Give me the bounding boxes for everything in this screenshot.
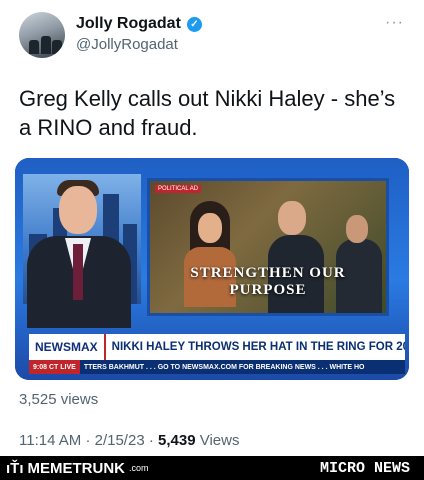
meta-separator: ·: [148, 432, 154, 449]
avatar-figure: [41, 36, 51, 54]
display-name[interactable]: Jolly Rogadat: [76, 15, 181, 33]
brand-suffix: .com: [129, 463, 149, 473]
news-banner: NEWSMAX NIKKI HALEY THROWS HER HAT IN TH…: [29, 334, 405, 360]
inset-caption: STRENGTHEN OUR PURPOSE: [190, 265, 346, 298]
person-face: [346, 215, 368, 243]
more-icon[interactable]: ···: [385, 14, 404, 32]
anchor-head: [59, 186, 97, 234]
bars-icon: ıŤı: [6, 459, 24, 477]
tweet-time[interactable]: 11:14 AM: [19, 432, 81, 449]
anchor-tie: [73, 244, 83, 300]
news-ticker: 9:08 CT LIVE TTERS BAKHMUT . . . GO TO N…: [29, 360, 405, 374]
verified-badge-icon: ✓: [186, 16, 202, 32]
video-media[interactable]: POLITICAL AD STRENGTHEN OUR PURPOSE NEWS…: [15, 158, 409, 380]
person-face: [198, 213, 222, 243]
banner-headline: NIKKI HALEY THROWS HER HAT IN THE RING F…: [111, 341, 405, 353]
tweet-text: Greg Kelly calls out Nikki Haley - she’s…: [19, 86, 396, 140]
inset-tag: POLITICAL AD: [155, 185, 202, 193]
avatar-figure: [52, 40, 62, 54]
avatar-figure: [29, 40, 39, 54]
ticker-time: 9:08 CT LIVE: [29, 360, 80, 374]
person-face: [278, 201, 306, 235]
network-logo: NEWSMAX: [29, 334, 106, 360]
meta-separator: ·: [85, 432, 91, 449]
ticker-text: TTERS BAKHMUT . . . GO TO NEWSMAX.COM FO…: [83, 363, 365, 371]
ticker-live: LIVE: [60, 363, 76, 371]
tweet-date[interactable]: 2/15/23: [95, 432, 145, 449]
memetrunk-logo: ıŤı MEMETRUNK .com: [0, 460, 149, 477]
video-views: 3,525 views: [19, 391, 99, 408]
avatar[interactable]: [19, 12, 65, 58]
ticker-clock: 9:08 CT: [33, 363, 59, 371]
micro-news-label: MICRO NEWS: [319, 459, 410, 477]
inset-video-frame: POLITICAL AD STRENGTHEN OUR PURPOSE: [147, 178, 389, 316]
tweet-meta: 11:14 AM · 2/15/23 · 5,439 Views: [19, 432, 239, 449]
brand-name: MEMETRUNK: [27, 459, 126, 477]
watermark-footer: ıŤı MEMETRUNK .com MICRO NEWS: [0, 456, 424, 480]
views-label: Views: [199, 432, 240, 449]
user-handle[interactable]: @JollyRogadat: [76, 36, 178, 53]
author-row: Jolly Rogadat ✓: [76, 15, 202, 33]
views-count[interactable]: 5,439: [158, 432, 196, 449]
